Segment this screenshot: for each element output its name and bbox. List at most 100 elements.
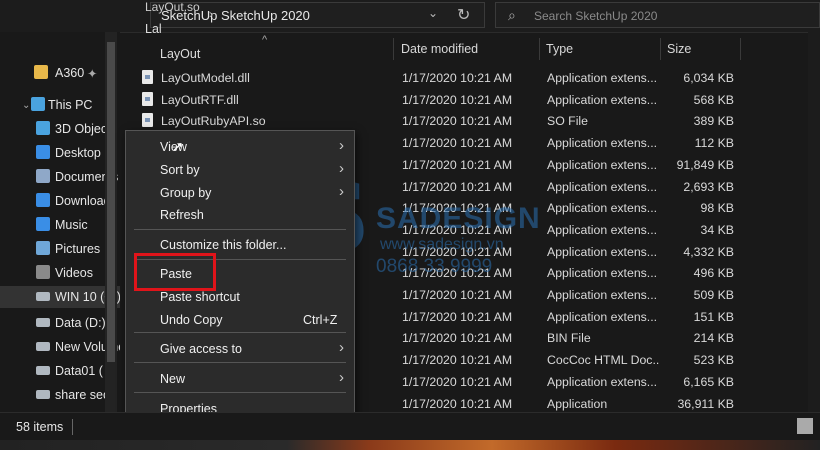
column-divider[interactable] (393, 38, 394, 60)
mouse-cursor-icon: ➚ (172, 138, 184, 154)
menu-separator (134, 362, 346, 363)
item-count: 58 items (16, 420, 64, 434)
menu-shortcut: Ctrl+Z (303, 313, 338, 327)
chevron-right-icon: › (339, 369, 344, 386)
nav-item-new-volume[interactable]: New Volume (0, 336, 120, 358)
breadcrumb-sketchup-2020[interactable]: SketchUp 2020 (221, 8, 310, 23)
menu-label: Give access to (160, 342, 242, 356)
file-type: Application extens... (547, 136, 658, 151)
file-size: 112 KB (694, 136, 734, 151)
file-size: 91,849 KB (676, 157, 734, 172)
nav-scrollbar-thumb[interactable] (107, 42, 115, 362)
file-size: 98 KB (700, 201, 735, 216)
nav-item-downloads[interactable]: Downloads (0, 190, 120, 212)
refresh-icon[interactable]: ↻ (457, 5, 470, 25)
nav-label: This PC (48, 98, 93, 112)
menu-label: New (160, 372, 186, 386)
nav-item-share-sec[interactable]: share sec (0, 384, 120, 406)
nav-item-desktop[interactable]: Desktop (0, 142, 120, 164)
details-view-icon[interactable] (797, 418, 813, 434)
nav-label: Desktop (55, 146, 101, 160)
file-type: Application extens... (547, 288, 658, 302)
file-list-scrollbar[interactable] (808, 32, 820, 412)
file-size: 2,693 KB (683, 179, 734, 194)
pin-icon: ✦ (87, 67, 98, 81)
file-date: 1/17/2020 10:21 AM (402, 396, 513, 411)
column-type[interactable]: Type (546, 42, 573, 56)
nav-item-win10-c[interactable]: WIN 10 (C:) (0, 286, 120, 308)
column-size[interactable]: Size (667, 42, 691, 56)
file-size: 151 KB (693, 309, 734, 324)
videos-icon (36, 265, 50, 279)
chevron-down-icon[interactable]: ⌄ (22, 100, 30, 111)
menu-item-sort-by[interactable]: Sort by › (126, 159, 354, 181)
menu-item-refresh[interactable]: Refresh (126, 204, 354, 226)
file-type: Application extens... (547, 71, 658, 85)
pc-icon (31, 97, 45, 111)
column-divider[interactable] (539, 38, 540, 60)
status-divider (72, 419, 73, 435)
3d-objects-icon (36, 121, 50, 135)
nav-item-data-d[interactable]: Data (D:) (0, 312, 120, 334)
column-divider[interactable] (740, 38, 741, 60)
file-date: 1/17/2020 10:21 AM (402, 288, 513, 302)
file-type: CocCoc HTML Doc... (547, 353, 659, 368)
nav-item-a360[interactable]: A360 ✦ (0, 62, 120, 84)
nav-item-music[interactable]: Music (0, 214, 120, 236)
menu-item-new[interactable]: New › (126, 368, 354, 390)
chevron-right-icon: › (339, 137, 344, 154)
file-type: SO File (547, 114, 588, 129)
file-icon (142, 70, 153, 84)
nav-item-documents[interactable]: Documents (0, 166, 120, 188)
nav-item-this-pc[interactable]: ⌄ This PC (0, 94, 120, 116)
chevron-down-icon[interactable]: ⌄ (428, 6, 438, 20)
file-icon (142, 91, 153, 106)
file-size: 568 KB (693, 92, 734, 107)
drive-icon (36, 366, 50, 375)
nav-item-pictures[interactable]: Pictures (0, 238, 120, 260)
status-bar: 58 items (0, 412, 820, 441)
file-row[interactable]: LayOutRTF.dll 1/17/2020 10:21 AM Applicati… (120, 89, 740, 111)
file-size: 34 KB (700, 222, 735, 237)
chevron-right-icon[interactable]: › (209, 7, 213, 21)
drag-ghost-file: LayOut.so (145, 0, 200, 14)
menu-item-undo-copy[interactable]: Undo Copy Ctrl+Z (126, 309, 354, 331)
file-date: 1/17/2020 10:21 AM (402, 374, 513, 389)
file-row[interactable]: LayOutModel.dll 1/17/2020 10:21 AM Applica… (120, 67, 740, 89)
chevron-right-icon: › (339, 183, 344, 200)
menu-item-view[interactable]: View › (126, 136, 354, 158)
menu-label: Group by (160, 186, 212, 200)
menu-item-group-by[interactable]: Group by › (126, 182, 354, 204)
nav-item-3d-objects[interactable]: 3D Objects (0, 118, 120, 140)
nav-label: share sec (55, 388, 110, 402)
file-size: 389 KB (693, 114, 734, 129)
chevron-right-icon: › (339, 160, 344, 177)
drive-icon (36, 292, 50, 301)
menu-label: Undo Copy (160, 313, 223, 327)
menu-separator (134, 332, 346, 333)
column-date-modified[interactable]: Date modified (401, 42, 478, 56)
nav-item-data01[interactable]: Data01 ( (0, 360, 120, 382)
nav-item-videos[interactable]: Videos (0, 262, 120, 284)
nav-label: Music (55, 218, 88, 232)
search-input[interactable]: Search SketchUp 2020 (534, 9, 657, 23)
menu-label: Refresh (160, 208, 204, 222)
menu-label: Customize this folder... (160, 238, 287, 252)
folder-icon (34, 65, 48, 79)
file-type: Application (547, 396, 608, 411)
file-type: Application extens... (547, 179, 658, 194)
nav-label: A360 (55, 66, 85, 80)
desktop-icon (36, 145, 50, 159)
column-divider[interactable] (660, 38, 661, 60)
file-type: Application extens... (547, 309, 658, 324)
file-date: 1/17/2020 10:21 AM (402, 353, 513, 368)
file-date: 1/17/2020 10:21 AM (402, 309, 513, 324)
menu-item-give-access[interactable]: Give access to › (126, 338, 354, 360)
nav-scrollbar[interactable] (105, 32, 117, 412)
menu-separator (134, 229, 346, 230)
address-bar[interactable]: SketchUp › SketchUp 2020 ⌄ ↻ (150, 2, 485, 28)
nav-label: Videos (55, 266, 93, 280)
column-header: ^ Date modified Type Size (120, 34, 741, 60)
file-size: 523 KB (693, 353, 734, 368)
search-box[interactable]: ⌕ Search SketchUp 2020 (495, 2, 820, 28)
